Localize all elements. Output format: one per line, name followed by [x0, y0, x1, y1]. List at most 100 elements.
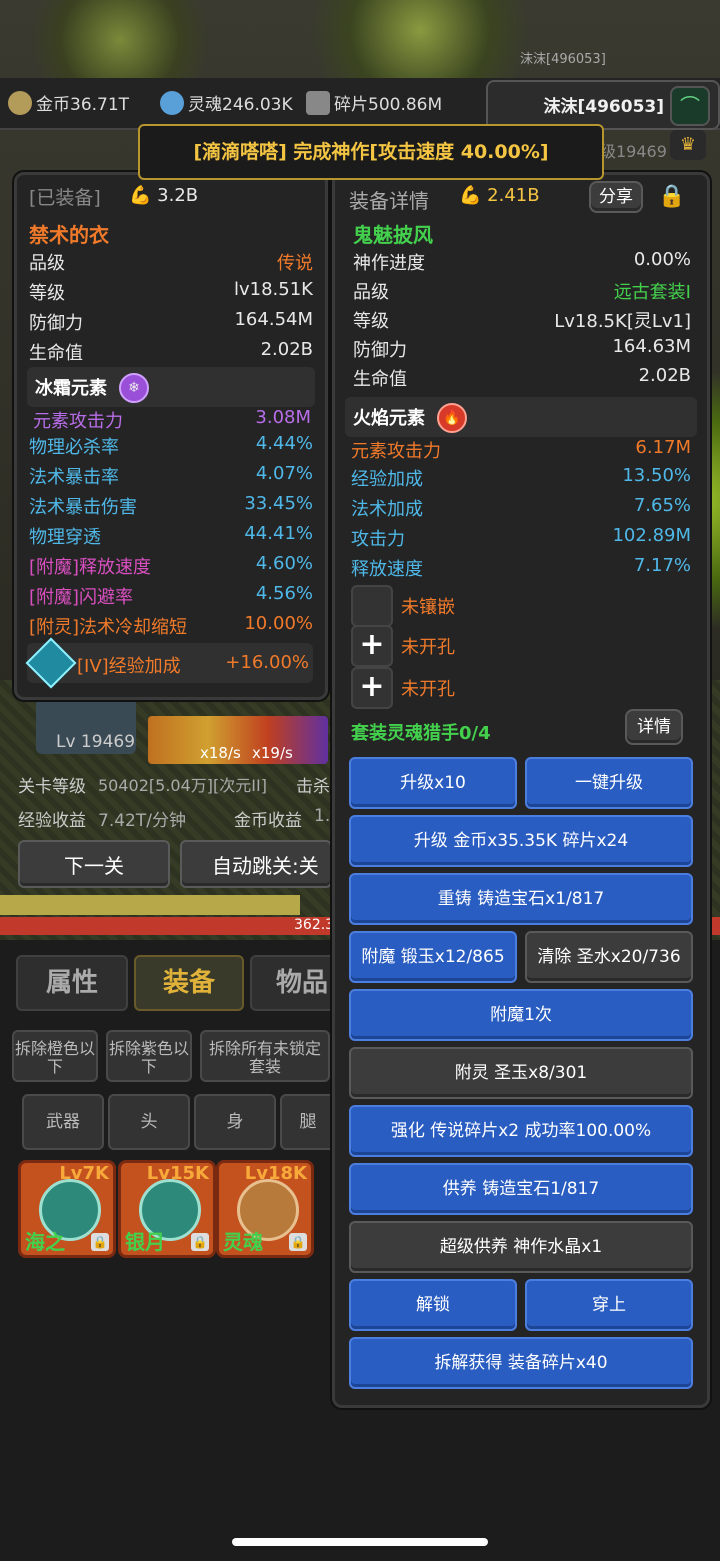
- detail-title: 装备详情: [349, 189, 429, 213]
- gem-value: +16.00%: [225, 652, 309, 673]
- slot-legs[interactable]: 腿: [280, 1094, 336, 1150]
- strength-arm-icon: 💪: [129, 185, 152, 206]
- stat-value: 2.02B: [260, 339, 313, 360]
- stat-label: 生命值: [353, 369, 407, 390]
- lock-icon: 🔒: [191, 1233, 209, 1251]
- slot-weapon[interactable]: 武器: [22, 1094, 104, 1150]
- stat-value: 0.00%: [633, 249, 691, 270]
- stat-value: 7.65%: [633, 495, 691, 516]
- stage-value: 50402[5.04万][次元II]: [98, 776, 267, 795]
- dismantle-button[interactable]: 拆解获得 装备碎片x40: [349, 1337, 693, 1389]
- tab-equipment[interactable]: 装备: [134, 955, 244, 1011]
- power-display: 💪 3.2B: [129, 185, 198, 206]
- upgrade-x10-button[interactable]: 升级x10: [349, 757, 517, 809]
- recast-button[interactable]: 重铸 铸造宝石x1/817: [349, 873, 693, 925]
- item-level: Lv7K: [59, 1163, 109, 1184]
- power-value: 2.41B: [487, 185, 540, 206]
- share-button[interactable]: 分享: [589, 181, 643, 213]
- slot-body[interactable]: 身: [194, 1094, 276, 1150]
- plus-icon[interactable]: +: [351, 625, 393, 667]
- nurture-button[interactable]: 供养 铸造宝石1/817: [349, 1163, 693, 1215]
- enchant-button[interactable]: 附魔 锻玉x12/865: [349, 931, 517, 983]
- equipped-tag: [已装备]: [29, 187, 101, 209]
- unlock-button[interactable]: 解锁: [349, 1279, 517, 1331]
- stat-value: 33.45%: [244, 493, 313, 514]
- lock-toggle-icon[interactable]: 🔒: [653, 179, 691, 215]
- gem-row: [IV]经验加成 +16.00%: [25, 637, 313, 689]
- inventory-item[interactable]: Lv7K 海之 🔒: [18, 1160, 116, 1258]
- wear-button[interactable]: 穿上: [525, 1279, 693, 1331]
- plus-icon[interactable]: +: [351, 667, 393, 709]
- enchant-once-button[interactable]: 附魔1次: [349, 989, 693, 1041]
- stat-value: 4.07%: [255, 463, 313, 484]
- gold-income-label: 金币收益: [234, 811, 302, 831]
- progress-bar-yellow: [0, 895, 300, 915]
- stat-label: 物理穿透: [29, 527, 101, 548]
- stat-value: 102.89M: [612, 525, 691, 546]
- auto-skip-toggle[interactable]: 自动跳关:关: [180, 840, 332, 888]
- equipped-item-panel: [已装备] 💪 3.2B 禁术的衣 品级 传说 等级 lv18.51K 防御力 164.5…: [14, 172, 328, 700]
- stat-value: lv18.51K: [234, 279, 313, 300]
- fragment-icon: [306, 90, 330, 115]
- element-title: 冰霜元素: [35, 378, 107, 399]
- stat-value: 4.44%: [255, 433, 313, 454]
- frost-element-icon: ❄: [119, 373, 149, 403]
- kill-label: 击杀: [296, 777, 330, 797]
- element-attack-value: 3.08M: [255, 407, 311, 428]
- dismantle-orange-button[interactable]: 拆除橙色以下: [12, 1030, 98, 1082]
- element-section: 火焰元素 🔥: [345, 397, 697, 437]
- power-display: 💪 2.41B: [459, 185, 540, 206]
- next-stage-button[interactable]: 下一关: [18, 840, 170, 888]
- guild-icon[interactable]: ⌒: [670, 86, 710, 126]
- stat-label: 法术加成: [351, 499, 423, 520]
- item-name: 海之: [25, 1230, 65, 1254]
- strengthen-button[interactable]: 强化 传说碎片x2 成功率100.00%: [349, 1105, 693, 1157]
- item-level: Lv18K: [244, 1163, 307, 1184]
- soul-icon: [160, 90, 184, 115]
- crown-icon[interactable]: ♛: [670, 130, 706, 160]
- user-name: 沫沫[496053]: [543, 97, 664, 117]
- element-attack-value: 6.17M: [635, 437, 691, 458]
- clear-enchant-button[interactable]: 清除 圣水x20/736: [525, 931, 693, 983]
- gold-income-value: 1.: [314, 806, 331, 826]
- soul-amount: 灵魂246.03K: [188, 95, 293, 115]
- stat-value: 44.41%: [244, 523, 313, 544]
- one-key-upgrade-button[interactable]: 一键升级: [525, 757, 693, 809]
- spirit-bind-button[interactable]: 附灵 圣玉x8/301: [349, 1047, 693, 1099]
- stat-label: 物理必杀率: [29, 437, 119, 458]
- item-name: 银月: [125, 1230, 165, 1254]
- inventory-item[interactable]: Lv15K 银月 🔒: [118, 1160, 216, 1258]
- inventory-item[interactable]: Lv18K 灵魂 🔒: [216, 1160, 314, 1258]
- stat-value: 7.17%: [633, 555, 691, 576]
- socket-status: 未开孔: [401, 637, 455, 658]
- gold-resource: 金币36.71T: [8, 90, 129, 115]
- stat-label: 防御力: [29, 313, 83, 334]
- soul-resource: 灵魂246.03K: [160, 90, 293, 115]
- gold-amount: 金币36.71T: [36, 95, 130, 115]
- stat-value: Lv18.5K[灵Lv1]: [554, 311, 691, 332]
- home-indicator[interactable]: [232, 1538, 488, 1546]
- stat-value: 4.56%: [255, 583, 313, 604]
- tab-attributes[interactable]: 属性: [16, 955, 128, 1011]
- diamond-gem-icon: [25, 637, 77, 689]
- stat-value: 4.60%: [255, 553, 313, 574]
- stat-label: 释放速度: [351, 559, 423, 580]
- stat-label: [附魔]闪避率: [29, 587, 134, 608]
- gem-socket-empty[interactable]: [351, 585, 393, 627]
- upgrade-cost-button[interactable]: 升级 金币x35.35K 碎片x24: [349, 815, 693, 867]
- stat-value: 13.50%: [622, 465, 691, 486]
- stat-label: 品级: [353, 282, 389, 303]
- stat-value: 164.63M: [612, 336, 691, 357]
- slot-head[interactable]: 头: [108, 1094, 190, 1150]
- dismantle-all-unlocked-button[interactable]: 拆除所有未锁定套装: [200, 1030, 330, 1082]
- skill-speed-2: x19/s: [252, 744, 293, 762]
- stat-value: 远古套装I: [613, 282, 691, 303]
- item-detail-panel: 装备详情 💪 2.41B 分享 🔒 鬼魅披风 神作进度 0.00% 品级 远古套装I 等…: [332, 172, 710, 1408]
- fire-element-icon: 🔥: [437, 403, 467, 433]
- set-detail-button[interactable]: 详情: [625, 709, 683, 745]
- super-nurture-button[interactable]: 超级供养 神作水晶x1: [349, 1221, 693, 1273]
- stat-label: 神作进度: [353, 253, 425, 274]
- dismantle-purple-button[interactable]: 拆除紫色以下: [106, 1030, 192, 1082]
- element-title: 火焰元素: [353, 408, 425, 429]
- stat-value: 传说: [277, 253, 313, 274]
